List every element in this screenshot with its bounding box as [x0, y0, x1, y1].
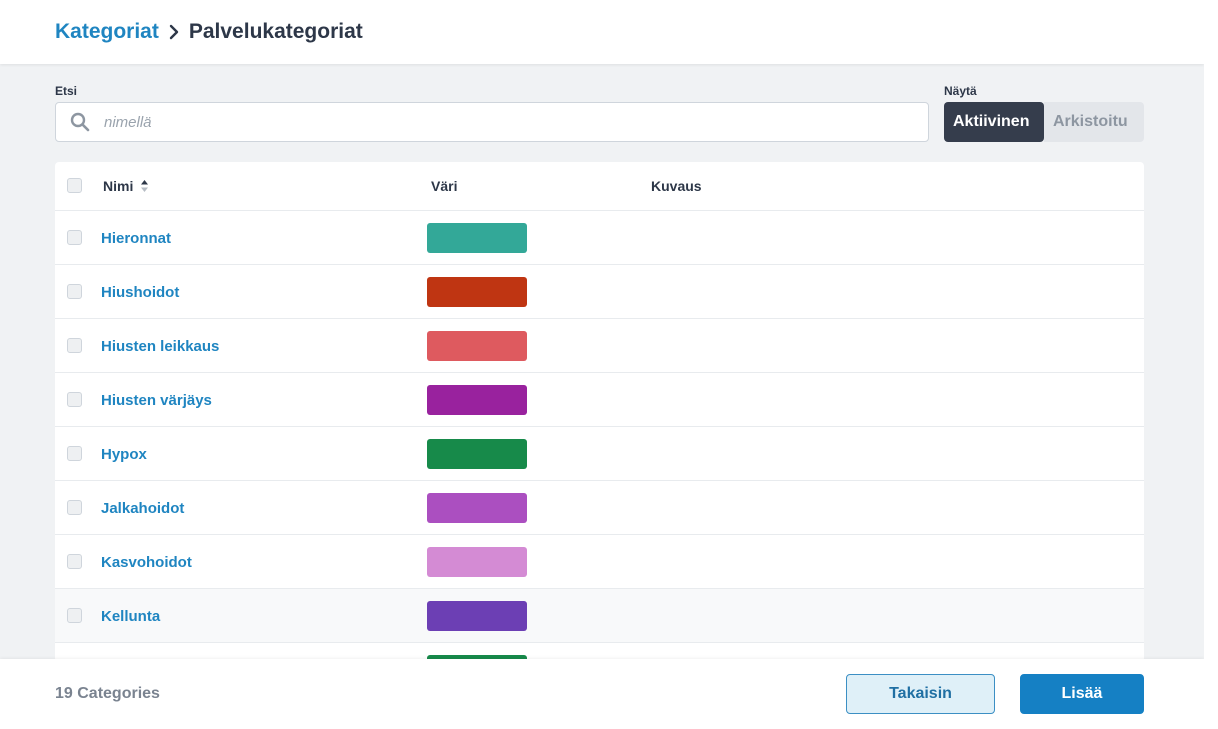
- scrollbar-gutter[interactable]: [1204, 0, 1218, 729]
- table-row[interactable]: Kellunta: [55, 589, 1144, 643]
- search-box: [55, 102, 929, 142]
- color-swatch: [427, 277, 527, 307]
- category-name[interactable]: Kasvohoidot: [101, 535, 192, 589]
- row-checkbox[interactable]: [67, 608, 82, 623]
- table-row[interactable]: Jalkahoidot: [55, 481, 1144, 535]
- add-button[interactable]: Lisää: [1020, 674, 1144, 714]
- toggle-active[interactable]: Aktiivinen: [944, 102, 1044, 142]
- search-icon: [56, 112, 104, 132]
- column-name-label: Nimi: [103, 178, 134, 194]
- color-swatch: [427, 385, 527, 415]
- page: Kategoriat Palvelukategoriat Etsi Näytä …: [0, 0, 1204, 729]
- breadcrumb: Kategoriat Palvelukategoriat: [0, 0, 1204, 64]
- back-button[interactable]: Takaisin: [846, 674, 995, 714]
- search-input[interactable]: [104, 103, 928, 141]
- category-count: 19 Categories: [55, 685, 160, 702]
- color-swatch: [427, 439, 527, 469]
- status-toggle: Aktiivinen Arkistoitu: [944, 102, 1144, 142]
- color-swatch: [427, 601, 527, 631]
- color-swatch: [427, 223, 527, 253]
- category-name[interactable]: Hiusten värjäys: [101, 373, 212, 427]
- table-row[interactable]: Hiusten leikkaus: [55, 319, 1144, 373]
- color-swatch: [427, 493, 527, 523]
- color-swatch: [427, 547, 527, 577]
- row-checkbox[interactable]: [67, 392, 82, 407]
- sort-asc-icon: [140, 179, 149, 193]
- page-title: Palvelukategoriat: [188, 20, 363, 43]
- breadcrumb-link-kategoriat[interactable]: Kategoriat: [55, 20, 159, 44]
- row-checkbox[interactable]: [67, 554, 82, 569]
- table-row[interactable]: Hiushoidot: [55, 265, 1144, 319]
- table-row[interactable]: Kasvohoidot: [55, 535, 1144, 589]
- column-header-color: Väri: [431, 178, 458, 194]
- table-header: Nimi Väri Kuvaus: [55, 162, 1144, 211]
- chevron-right-icon: [169, 24, 179, 40]
- select-all-checkbox[interactable]: [67, 178, 82, 193]
- search-label: Etsi: [55, 84, 78, 98]
- table-row[interactable]: Hieronnat: [55, 211, 1144, 265]
- row-checkbox[interactable]: [67, 338, 82, 353]
- category-name[interactable]: Hypox: [101, 427, 147, 481]
- table-row[interactable]: Hiusten värjäys: [55, 373, 1144, 427]
- category-name[interactable]: Jalkahoidot: [101, 481, 184, 535]
- category-name[interactable]: Hiusten leikkaus: [101, 319, 219, 373]
- row-checkbox[interactable]: [67, 230, 82, 245]
- category-name[interactable]: Hieronnat: [101, 211, 171, 265]
- row-checkbox[interactable]: [67, 500, 82, 515]
- category-name[interactable]: Kellunta: [101, 589, 160, 643]
- color-swatch: [427, 331, 527, 361]
- footer-bar: 19 Categories Takaisin Lisää: [0, 659, 1204, 729]
- table-row[interactable]: Hypox: [55, 427, 1144, 481]
- column-header-name[interactable]: Nimi: [103, 162, 149, 210]
- row-checkbox[interactable]: [67, 446, 82, 461]
- category-name[interactable]: Hiushoidot: [101, 265, 179, 319]
- row-checkbox[interactable]: [67, 284, 82, 299]
- show-label: Näytä: [944, 84, 977, 98]
- categories-table: Nimi Väri Kuvaus Hieronnat Hiushoidot Hi…: [55, 162, 1144, 662]
- column-header-description: Kuvaus: [651, 178, 702, 194]
- toggle-archived[interactable]: Arkistoitu: [1044, 102, 1144, 142]
